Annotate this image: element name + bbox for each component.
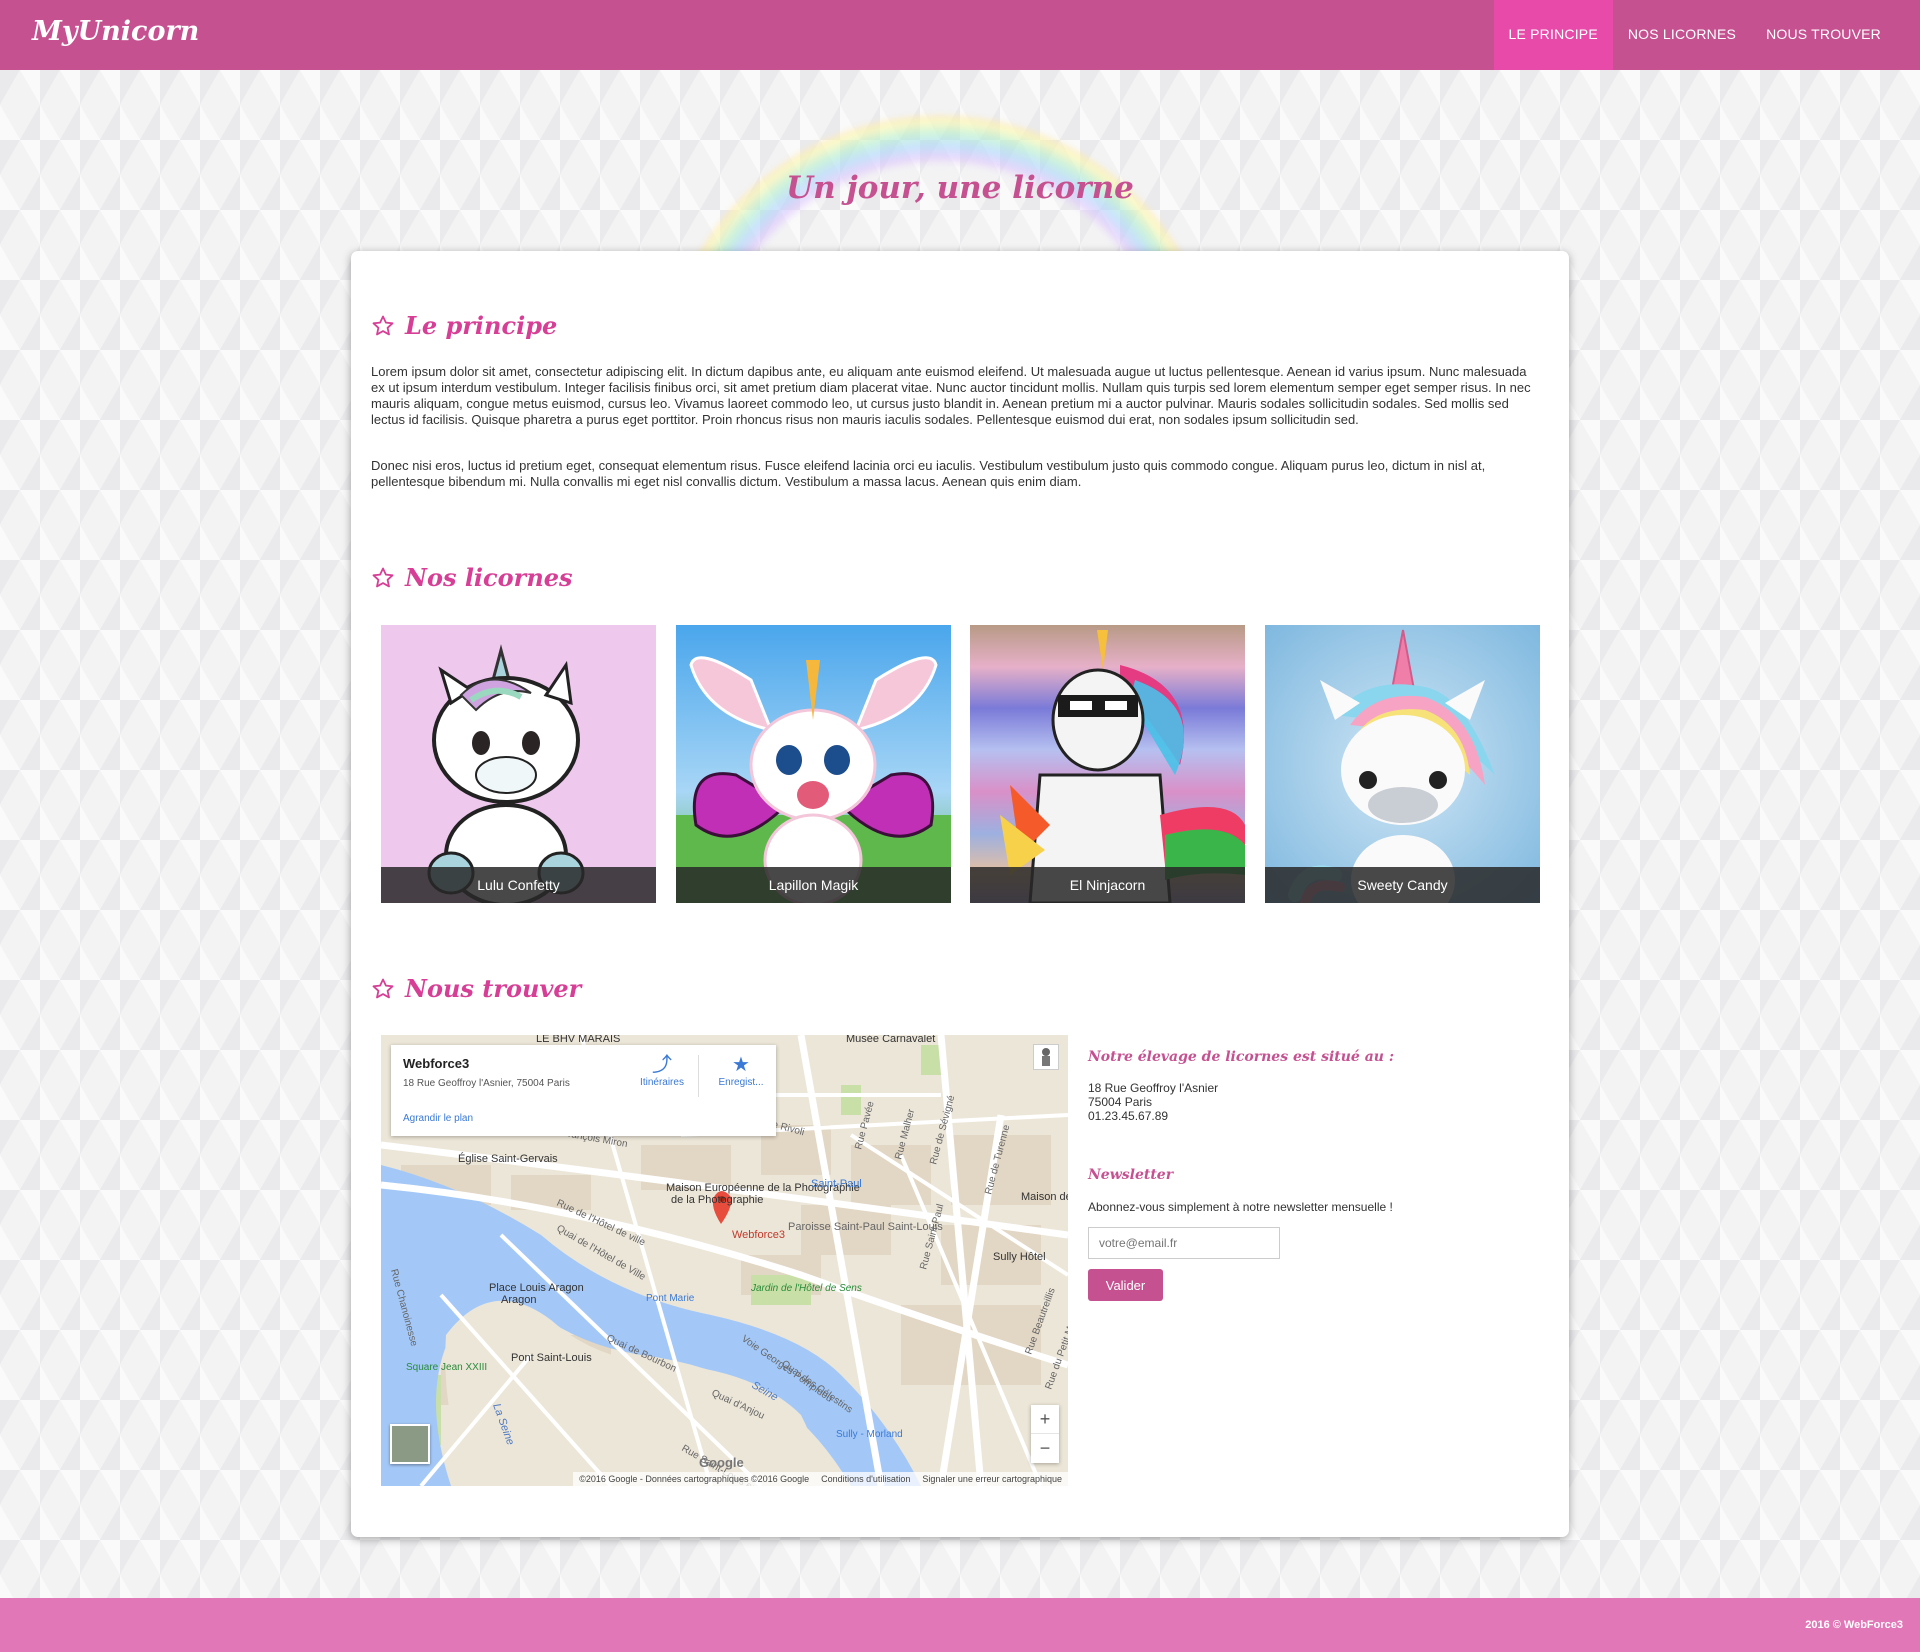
map-directions-label: Itinéraires bbox=[640, 1077, 684, 1088]
nav-item-nous-trouver[interactable]: NOUS TROUVER bbox=[1751, 0, 1896, 70]
brand-logo[interactable]: MyUnicorn bbox=[32, 16, 199, 47]
hero-title: Un jour, une licorne bbox=[786, 170, 1134, 206]
map-directions-button[interactable]: ⤴ Itinéraires bbox=[627, 1053, 697, 1088]
footer-copyright: 2016 © WebForce3 bbox=[1805, 1619, 1903, 1631]
unicorn-lulu-image bbox=[381, 625, 656, 903]
star-outline-icon bbox=[372, 978, 394, 998]
map-enlarge-link[interactable]: Agrandir le plan bbox=[403, 1113, 473, 1124]
street-view-pegman-icon[interactable] bbox=[1033, 1044, 1059, 1070]
unicorn-card-lapillon-magik[interactable]: Lapillon Magik bbox=[676, 625, 951, 903]
map-report-link[interactable]: Signaler une erreur cartographique bbox=[922, 1472, 1062, 1486]
contact-panel: Notre élevage de licornes est situé au :… bbox=[1088, 1049, 1548, 1301]
unicorn-card-lulu-confetty[interactable]: Lulu Confetty bbox=[381, 625, 656, 903]
map-zoom-control: + − bbox=[1031, 1405, 1059, 1463]
map-save-button[interactable]: ★ Enregist... bbox=[706, 1053, 776, 1088]
contact-city: 75004 Paris bbox=[1088, 1095, 1153, 1109]
svg-text:Place Louis Aragon: Place Louis Aragon bbox=[489, 1282, 584, 1294]
contact-address: 18 Rue Geoffroy l'Asnier 75004 Paris 01.… bbox=[1088, 1081, 1548, 1123]
section-title-principe-label: Le principe bbox=[405, 311, 558, 340]
map-label-aragon: Aragon bbox=[501, 1294, 536, 1306]
svg-text:Jardin de l'Hôtel de Sens: Jardin de l'Hôtel de Sens bbox=[750, 1283, 862, 1294]
newsletter-heading: Newsletter bbox=[1088, 1167, 1174, 1183]
principe-paragraph-1: Lorem ipsum dolor sit amet, consectetur … bbox=[371, 364, 1531, 427]
svg-text:Pont Marie: Pont Marie bbox=[646, 1293, 695, 1304]
footer: 2016 © WebForce3 bbox=[0, 1598, 1920, 1652]
contact-phone: 01.23.45.67.89 bbox=[1088, 1109, 1169, 1123]
contact-street: 18 Rue Geoffroy l'Asnier bbox=[1088, 1081, 1219, 1095]
zoom-in-button[interactable]: + bbox=[1031, 1405, 1059, 1434]
svg-text:Paroisse Saint-Paul Saint-Loui: Paroisse Saint-Paul Saint-Louis bbox=[788, 1221, 943, 1233]
unicorn-caption: Lulu Confetty bbox=[381, 867, 656, 903]
svg-text:Sully - Morland: Sully - Morland bbox=[836, 1429, 903, 1440]
satellite-toggle[interactable] bbox=[390, 1424, 430, 1464]
nav-item-nos-licornes[interactable]: NOS LICORNES bbox=[1613, 0, 1751, 70]
map-attribution: ©2016 Google - Données cartographiques ©… bbox=[579, 1474, 810, 1484]
nav-menu: LE PRINCIPE NOS LICORNES NOUS TROUVER bbox=[1493, 0, 1896, 70]
zoom-out-button[interactable]: − bbox=[1031, 1434, 1059, 1463]
unicorn-card-el-ninjacorn[interactable]: El Ninjacorn bbox=[970, 625, 1245, 903]
map-divider bbox=[698, 1055, 699, 1097]
nav-item-le-principe[interactable]: LE PRINCIPE bbox=[1493, 0, 1613, 70]
svg-text:Sully Hôtel: Sully Hôtel bbox=[993, 1251, 1046, 1263]
svg-text:Webforce3: Webforce3 bbox=[732, 1229, 785, 1241]
svg-text:Pont Saint-Louis: Pont Saint-Louis bbox=[511, 1352, 592, 1364]
directions-icon: ⤴ bbox=[652, 1054, 672, 1076]
navbar: MyUnicorn LE PRINCIPE NOS LICORNES NOUS … bbox=[0, 0, 1920, 70]
newsletter-text: Abonnez-vous simplement à notre newslett… bbox=[1088, 1200, 1393, 1214]
google-logo: Google bbox=[699, 1455, 744, 1470]
unicorn-sweety-image bbox=[1265, 625, 1540, 903]
map-save-label: Enregist... bbox=[718, 1077, 764, 1088]
unicorn-caption: El Ninjacorn bbox=[970, 867, 1245, 903]
section-title-licornes: Nos licornes bbox=[371, 563, 573, 592]
unicorn-card-sweety-candy[interactable]: Sweety Candy bbox=[1265, 625, 1540, 903]
unicorn-caption: Sweety Candy bbox=[1265, 867, 1540, 903]
svg-text:Musée Carnavalet: Musée Carnavalet bbox=[846, 1035, 935, 1045]
section-title-licornes-label: Nos licornes bbox=[405, 563, 573, 592]
unicorn-lapillon-image bbox=[676, 625, 951, 903]
map-place-name: Webforce3 bbox=[403, 1056, 470, 1071]
main-card: Le principe Lorem ipsum dolor sit amet, … bbox=[351, 251, 1569, 1537]
star-outline-icon bbox=[372, 315, 394, 335]
star-icon: ★ bbox=[732, 1054, 750, 1076]
unicorn-caption: Lapillon Magik bbox=[676, 867, 951, 903]
section-title-trouver: Nous trouver bbox=[371, 974, 581, 1003]
map-place-address: 18 Rue Geoffroy l'Asnier, 75004 Paris bbox=[403, 1078, 570, 1089]
newsletter-submit-button[interactable]: Valider bbox=[1088, 1269, 1163, 1301]
svg-text:Square Jean XXIII: Square Jean XXIII bbox=[406, 1362, 487, 1373]
svg-text:Saint-Paul: Saint-Paul bbox=[811, 1178, 862, 1190]
newsletter-email-input[interactable] bbox=[1088, 1227, 1280, 1259]
svg-text:LE BHV MARAIS: LE BHV MARAIS bbox=[536, 1035, 620, 1045]
map-label-photo: de la Photographie bbox=[671, 1194, 763, 1206]
map-info-window: Webforce3 18 Rue Geoffroy l'Asnier, 7500… bbox=[391, 1045, 776, 1136]
section-title-principe: Le principe bbox=[371, 311, 557, 340]
svg-text:Maison de: Maison de bbox=[1021, 1191, 1068, 1203]
svg-text:Église Saint-Gervais: Église Saint-Gervais bbox=[458, 1152, 558, 1165]
map-attribution-bar: ©2016 Google - Données cartographiques ©… bbox=[573, 1472, 1068, 1486]
map-terms-link[interactable]: Conditions d'utilisation bbox=[821, 1472, 910, 1486]
star-outline-icon bbox=[372, 567, 394, 587]
unicorn-gallery: Lulu Confetty Lapillon Magik El Ninjacor… bbox=[381, 625, 1543, 903]
principe-paragraph-2: Donec nisi eros, luctus id pretium eget,… bbox=[371, 458, 1486, 489]
unicorn-ninjacorn-image bbox=[970, 625, 1245, 903]
contact-heading: Notre élevage de licornes est situé au : bbox=[1088, 1049, 1395, 1065]
section-title-trouver-label: Nous trouver bbox=[405, 974, 582, 1003]
google-map[interactable]: LE BHV MARAIS Musée Carnavalet Église Sa… bbox=[381, 1035, 1068, 1486]
